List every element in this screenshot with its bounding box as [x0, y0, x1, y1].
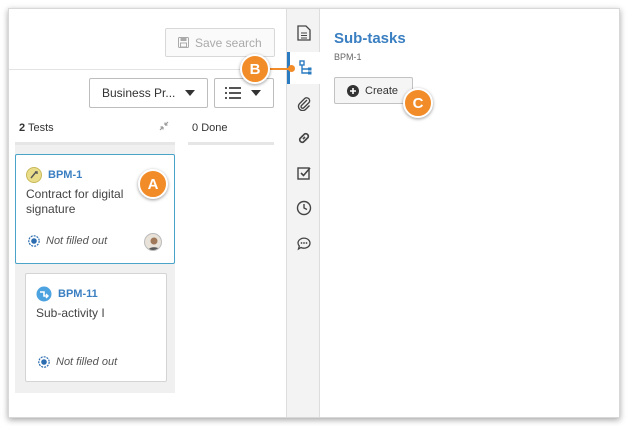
card-status: Not filled out	[28, 235, 107, 247]
checkbox-icon	[297, 167, 311, 180]
subtasks-panel: Sub-tasks BPM-1 Create C	[320, 9, 619, 417]
status-radio-icon	[38, 356, 50, 368]
column-header-tests: 2 Tests	[19, 122, 54, 134]
create-subtask-button[interactable]: Create	[334, 77, 413, 104]
link-icon	[298, 132, 310, 144]
callout-connector-dot	[288, 65, 295, 72]
clock-icon	[296, 200, 312, 216]
business-process-label: Business Pr...	[102, 86, 176, 100]
tool-details[interactable]	[287, 17, 321, 49]
card-title: Contract for digital signature	[26, 187, 124, 216]
callout-badge-c: C	[403, 88, 433, 118]
collapse-column-icon[interactable]	[159, 121, 169, 134]
tool-comments[interactable]	[287, 227, 321, 259]
view-options-dropdown[interactable]	[214, 78, 274, 108]
panel-title: Sub-tasks	[334, 30, 406, 47]
app-window: Save search Business Pr... 2 Tests 0 Don…	[8, 8, 620, 418]
save-icon	[178, 37, 189, 48]
panel-subtitle: BPM-1	[334, 52, 362, 62]
card-status: Not filled out	[38, 356, 117, 368]
subtask-type-icon	[36, 286, 52, 302]
callout-badge-a: A	[138, 169, 168, 199]
task-card-bpm-11[interactable]: BPM-11 Sub-activity I Not filled out	[25, 273, 167, 382]
business-process-dropdown[interactable]: Business Pr...	[89, 78, 208, 108]
tool-attachments[interactable]	[287, 87, 321, 119]
add-circle-icon	[347, 84, 359, 97]
status-radio-icon	[28, 235, 40, 247]
save-search-button[interactable]: Save search	[165, 28, 275, 57]
list-view-icon	[225, 87, 241, 99]
card-key[interactable]: BPM-1	[26, 167, 82, 183]
card-title: Sub-activity I	[36, 306, 105, 320]
tool-history[interactable]	[287, 192, 321, 224]
callout-badge-b: B	[240, 54, 270, 84]
chevron-down-icon	[185, 90, 196, 96]
tool-checklist[interactable]	[287, 157, 321, 189]
column-bar-done	[188, 142, 274, 145]
tool-links[interactable]	[287, 122, 321, 154]
document-icon	[297, 25, 311, 41]
column-header-done: 0 Done	[192, 122, 228, 134]
create-label: Create	[365, 84, 399, 97]
avatar[interactable]	[144, 233, 162, 251]
task-type-icon	[26, 167, 42, 183]
hierarchy-icon	[298, 60, 311, 75]
save-search-label: Save search	[195, 35, 262, 50]
paperclip-icon	[297, 97, 311, 111]
chevron-down-icon	[251, 90, 261, 96]
comment-icon	[297, 237, 311, 251]
card-key[interactable]: BPM-11	[36, 286, 98, 302]
